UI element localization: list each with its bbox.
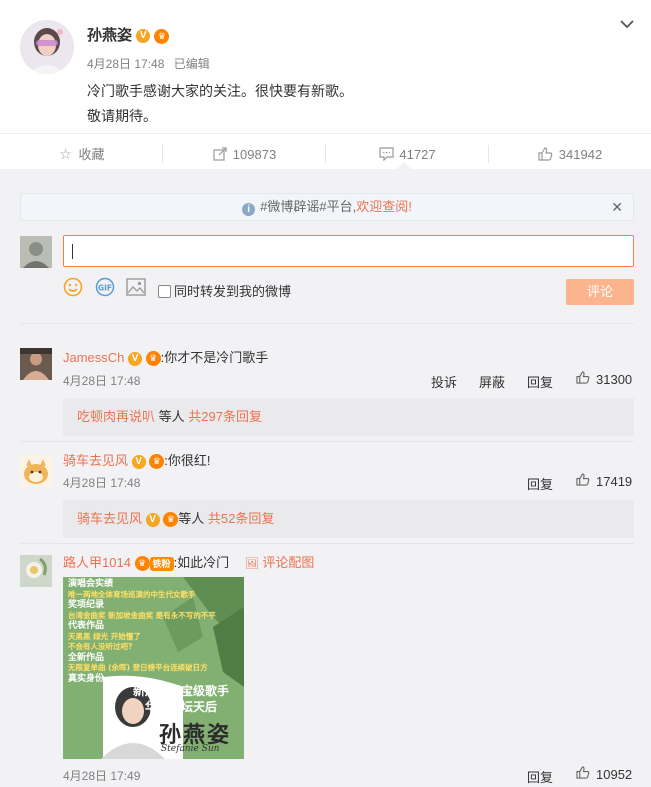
favorite-button[interactable]: ☆ 收藏: [0, 134, 162, 174]
comment-text: :你才不是冷门歌手: [160, 350, 269, 365]
svg-text:GIF: GIF: [98, 284, 112, 293]
comment-input[interactable]: [63, 235, 634, 267]
poster-title: 新加坡国宝级歌手 华语乐坛天后: [132, 684, 229, 714]
sub-reply-text: 等人: [178, 511, 208, 526]
post-author-avatar[interactable]: [20, 20, 74, 74]
comment-like-count: 10952: [596, 767, 633, 782]
report-button[interactable]: 投诉: [431, 372, 457, 391]
submit-comment-button[interactable]: 评论: [566, 279, 634, 305]
comment-author[interactable]: JamessCh: [63, 350, 124, 365]
rumor-notice-bar: i #微博辟谣#平台,欢迎查阅! ✕: [20, 193, 634, 221]
sub-reply-text: 等人: [155, 409, 189, 424]
comment-icon: [378, 134, 394, 174]
star-icon: ☆: [59, 146, 72, 162]
comment-like-count: 17419: [596, 474, 633, 489]
comment-avatar[interactable]: [20, 555, 52, 587]
image-icon[interactable]: [126, 278, 146, 299]
member-crown-icon: ♛: [134, 556, 150, 572]
close-icon[interactable]: ✕: [611, 194, 623, 220]
favorite-label: 收藏: [78, 147, 105, 162]
sub-reply-author[interactable]: 骑车去见风: [77, 511, 142, 526]
divider: [20, 543, 634, 544]
sub-reply-count-link[interactable]: 共52条回复: [208, 511, 274, 526]
repost-count: 109873: [232, 147, 277, 162]
block-button[interactable]: 屏蔽: [479, 372, 505, 391]
member-crown-icon: ♛: [154, 28, 170, 44]
post-text-line2: 敬请期待。: [87, 108, 157, 124]
chevron-down-icon[interactable]: [619, 16, 635, 35]
comment-picture-label: 评论配图: [262, 555, 315, 570]
repost-checkbox-label[interactable]: 同时转发到我的微博: [174, 284, 291, 299]
repost-icon: [212, 134, 228, 174]
comment-time: 4月28日 17:48: [63, 476, 141, 490]
comment-time: 4月28日 17:49: [63, 769, 141, 783]
image-icon: 🖼: [244, 558, 259, 570]
post-action-bar: ☆ 收藏 109873 41727 341942: [0, 133, 651, 173]
member-crown-icon: ♛: [163, 512, 179, 528]
emoji-icon[interactable]: [63, 277, 83, 300]
avatar-image: [20, 20, 74, 74]
comment-text: :如此冷门: [173, 555, 230, 570]
thumbs-up-icon: [576, 473, 592, 489]
verified-icon: V: [145, 512, 160, 527]
thumbs-up-icon: [576, 371, 592, 387]
divider: [20, 441, 634, 442]
verified-icon: V: [128, 351, 143, 366]
reply-button[interactable]: 回复: [527, 767, 553, 786]
like-count: 341942: [558, 147, 603, 162]
comment-author[interactable]: 骑车去见风: [63, 453, 128, 468]
reply-button[interactable]: 回复: [527, 372, 553, 391]
member-crown-icon: ♛: [149, 454, 165, 470]
comment-count: 41727: [399, 147, 436, 162]
comment-avatar[interactable]: [20, 455, 52, 487]
notice-text: #微博辟谣#平台,: [260, 199, 357, 214]
post-author-name[interactable]: 孙燕姿: [87, 27, 132, 44]
comment-like-button[interactable]: 10952: [576, 766, 632, 782]
repost-checkbox[interactable]: [158, 285, 171, 298]
comment-like-button[interactable]: 31300: [576, 371, 632, 387]
comment-text: :你很红!: [164, 453, 211, 468]
verified-icon: V: [131, 454, 146, 469]
thumbs-up-icon: [576, 766, 592, 782]
comment-image[interactable]: 演唱会实绩 唯一两地全体育场巡演的中生代女歌手 奖项纪录 台湾金曲奖 新加坡金曲…: [63, 577, 244, 759]
post-text-line1: 冷门歌手感谢大家的关注。很快要有新歌。: [87, 83, 353, 99]
sub-replies-summary[interactable]: 吃顿肉再说叭 等人 共297条回复: [63, 398, 634, 436]
member-crown-icon: ♛: [145, 351, 161, 367]
poster-text: 演唱会实绩 唯一两地全体育场巡演的中生代女歌手 奖项纪录 台湾金曲奖 新加坡金曲…: [68, 579, 216, 684]
verified-icon: V: [136, 29, 151, 44]
comment-like-count: 31300: [596, 372, 633, 387]
comment-1-header: JamessCh V ♛:你才不是冷门歌手: [63, 347, 269, 367]
comment-like-button[interactable]: 17419: [576, 473, 632, 489]
divider: [20, 323, 634, 324]
sub-replies-summary[interactable]: 骑车去见风 V ♛ 等人 共52条回复: [63, 500, 634, 538]
comment-author[interactable]: 路人甲1014: [63, 555, 131, 570]
repost-button[interactable]: 109873: [163, 134, 325, 174]
panel-pointer: [397, 162, 411, 169]
notice-link[interactable]: 欢迎查阅!: [356, 199, 412, 214]
gif-icon[interactable]: GIF: [95, 277, 115, 300]
comment-3-header: 路人甲1014 ♛ 铁粉:如此冷门 🖼 评论配图: [63, 552, 315, 572]
reply-button[interactable]: 回复: [527, 474, 553, 493]
comment-time: 4月28日 17:48: [63, 374, 141, 388]
comment-picture-link[interactable]: 🖼 评论配图: [245, 555, 315, 570]
poster-name-en: Stefanie Sun: [161, 744, 220, 754]
sub-reply-author[interactable]: 吃顿肉再说叭: [77, 409, 155, 424]
post-time[interactable]: 4月28日 17:48: [87, 57, 164, 71]
like-button[interactable]: 341942: [489, 134, 651, 174]
post-edited-label[interactable]: 已编辑: [174, 57, 210, 71]
fan-badge: 铁粉: [149, 556, 174, 571]
comment-2-header: 骑车去见风 V ♛:你很红!: [63, 450, 211, 470]
sub-reply-count-link[interactable]: 共297条回复: [188, 409, 262, 424]
current-user-avatar[interactable]: [20, 236, 52, 268]
comment-avatar[interactable]: [20, 348, 52, 380]
info-icon: i: [242, 203, 256, 216]
thumbs-up-icon: [538, 134, 554, 174]
